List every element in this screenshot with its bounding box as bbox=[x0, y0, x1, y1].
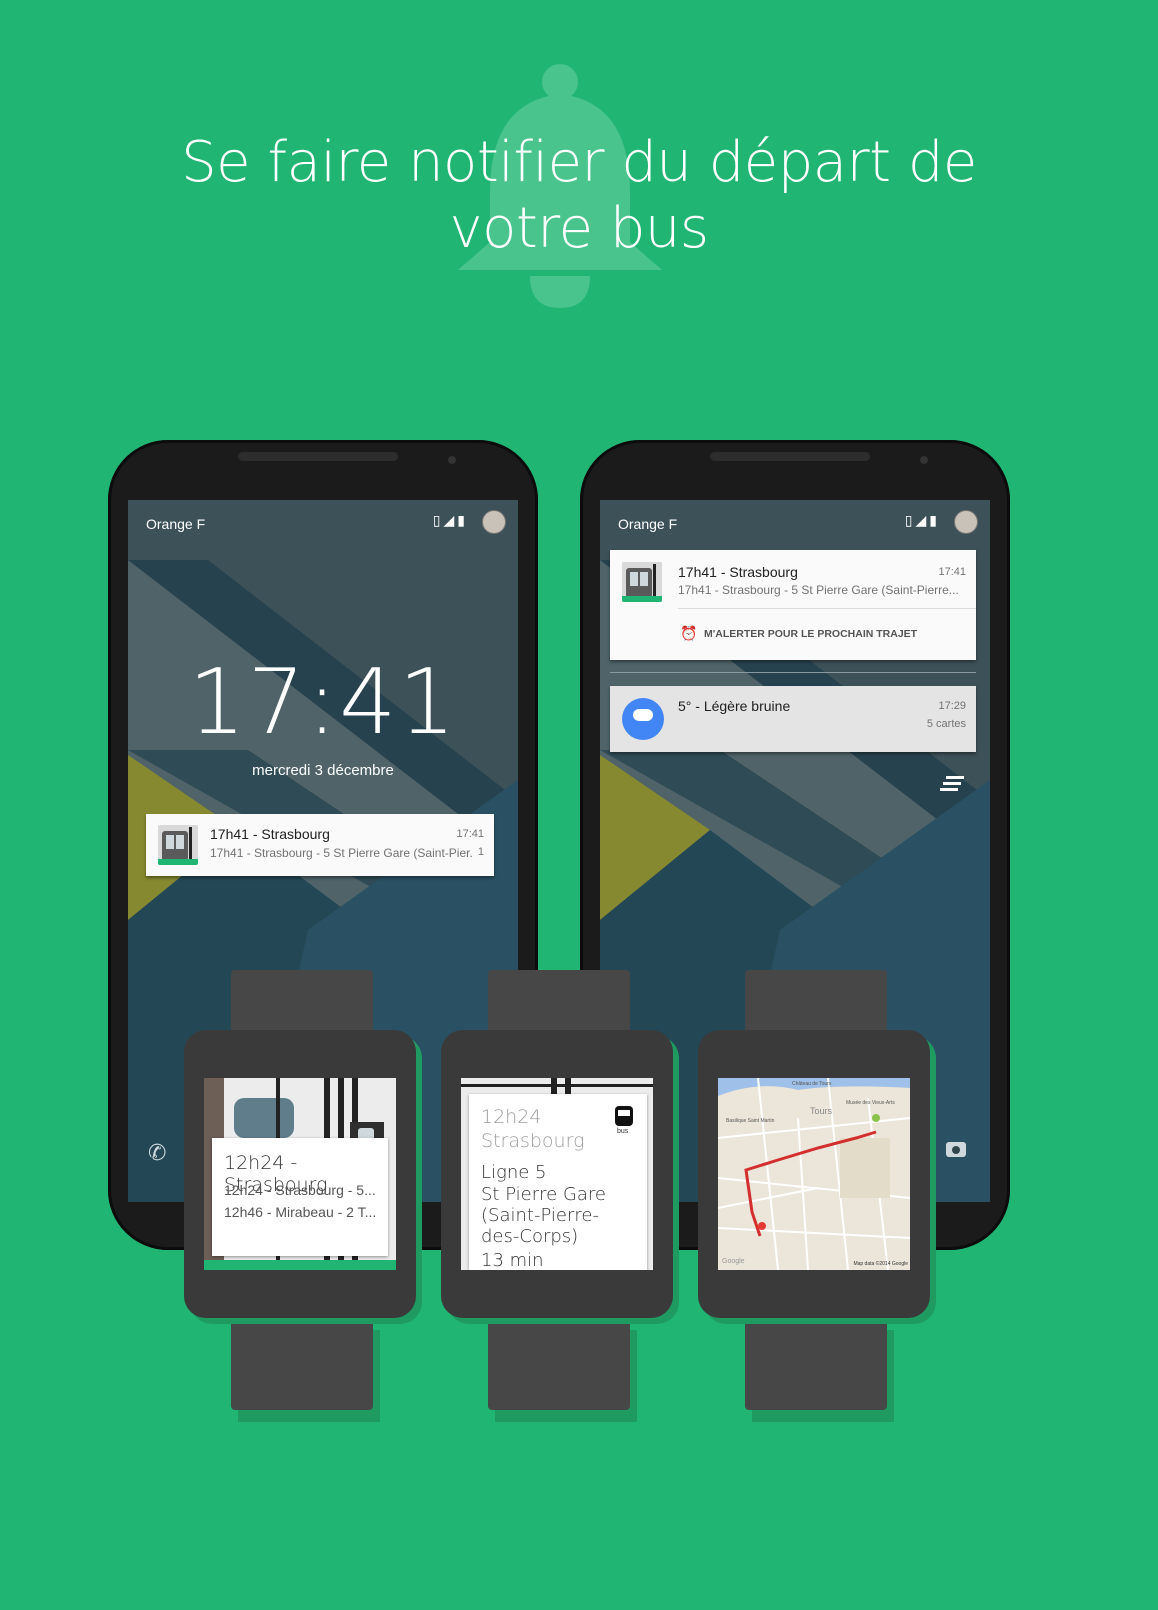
watch-1-line-1: 12h24 - Strasbourg - 5... bbox=[224, 1182, 376, 1198]
phone-icon[interactable]: ✆ bbox=[148, 1140, 166, 1166]
watch-3-screen[interactable]: Château de Tours Tours Basilique Saint M… bbox=[718, 1078, 910, 1270]
map-credit-left: Google bbox=[722, 1258, 745, 1265]
avatar[interactable] bbox=[954, 510, 978, 534]
notif-subtitle: 17h41 - Strasbourg - 5 St Pierre Gare (S… bbox=[210, 846, 472, 860]
notif-divider bbox=[678, 608, 976, 609]
carrier-name: Orange F bbox=[146, 516, 206, 532]
lock-date: mercredi 3 décembre bbox=[252, 762, 394, 779]
watch-3-strap-bottom bbox=[745, 1320, 887, 1410]
map-label-basilica: Basilique Saint Martin bbox=[726, 1118, 775, 1124]
notif-time: 17:41 bbox=[456, 828, 484, 840]
page-title: Se faire notifier du départ de votre bus bbox=[0, 130, 1158, 262]
weather-app-icon bbox=[622, 698, 664, 740]
notif-title: 17h41 - Strasbourg bbox=[678, 564, 798, 580]
watch-3: Château de Tours Tours Basilique Saint M… bbox=[698, 1030, 930, 1318]
lock-clock: 17:41 bbox=[188, 650, 458, 755]
watch-1-line-2: 12h46 - Mirabeau - 2 T... bbox=[224, 1204, 377, 1220]
watch-1: 12h24 - Strasbourg 12h24 - Strasbourg - … bbox=[184, 1030, 416, 1318]
front-camera bbox=[448, 456, 456, 464]
bus-notification[interactable]: 17h41 - Strasbourg 17:41 17h41 - Strasbo… bbox=[610, 550, 976, 660]
map-label-castle: Château de Tours bbox=[792, 1081, 832, 1087]
signal-h-icon: ◢ bbox=[443, 512, 458, 528]
status-icons: ▯◢▮ bbox=[905, 512, 940, 529]
watch-2-line: Ligne 5 bbox=[481, 1162, 547, 1183]
map-label-museum: Musée des Vieux-Arts bbox=[846, 1100, 895, 1106]
watch-1-card[interactable]: 12h24 - Strasbourg 12h24 - Strasbourg - … bbox=[212, 1138, 388, 1256]
weather-time: 17:29 bbox=[938, 700, 966, 712]
vibrate-icon: ▯ bbox=[432, 512, 444, 528]
status-icons: ▯◢▮ bbox=[433, 512, 468, 529]
bus-icon bbox=[615, 1106, 633, 1126]
weather-title: 5° - Légère bruine bbox=[678, 698, 791, 714]
app-icon bbox=[622, 562, 662, 602]
weather-notification[interactable]: 5° - Légère bruine 17:29 5 cartes bbox=[610, 686, 976, 752]
app-icon bbox=[158, 825, 198, 865]
watch-2-destination: Strasbourg bbox=[481, 1130, 585, 1152]
watch-2-card[interactable]: 12h24 Strasbourg bus Ligne 5 St Pierre G… bbox=[469, 1094, 647, 1270]
camera-icon[interactable] bbox=[946, 1142, 966, 1157]
watch-2-stop: St Pierre Gare (Saint-Pierre-des-Corps) bbox=[481, 1184, 606, 1247]
headline-line-2: votre bus bbox=[449, 196, 709, 261]
watch-1-strap-bottom bbox=[231, 1320, 373, 1410]
weather-cards: 5 cartes bbox=[926, 718, 966, 730]
headline-line-1: Se faire notifier du départ de bbox=[181, 130, 977, 195]
battery-icon: ▮ bbox=[457, 512, 468, 528]
front-camera bbox=[920, 456, 928, 464]
action-label: M'ALERTER POUR LE PROCHAIN TRAJET bbox=[704, 628, 918, 640]
notif-count: 1 bbox=[477, 846, 484, 858]
map-label-city: Tours bbox=[810, 1106, 833, 1116]
speaker bbox=[710, 452, 870, 461]
watch-2-wait: 13 min bbox=[481, 1250, 544, 1270]
avatar[interactable] bbox=[482, 510, 506, 534]
lock-notification[interactable]: 17h41 - Strasbourg 17:41 17h41 - Strasbo… bbox=[146, 814, 494, 876]
speaker bbox=[238, 452, 398, 461]
alarm-action-button[interactable]: ⏰ M'ALERTER POUR LE PROCHAIN TRAJET bbox=[678, 616, 968, 652]
notif-time: 17:41 bbox=[938, 566, 966, 578]
watch-2-time: 12h24 bbox=[481, 1106, 542, 1128]
clear-all-icon[interactable] bbox=[938, 776, 964, 792]
notif-subtitle: 17h41 - Strasbourg - 5 St Pierre Gare (S… bbox=[678, 583, 959, 597]
alarm-clock-icon: ⏰ bbox=[680, 625, 698, 641]
carrier-name: Orange F bbox=[618, 516, 678, 532]
vibrate-icon: ▯ bbox=[904, 512, 916, 528]
watch-2-strap-top bbox=[488, 970, 630, 1030]
battery-icon: ▮ bbox=[929, 512, 940, 528]
watch-2-strap-bottom bbox=[488, 1320, 630, 1410]
watch-3-strap-top bbox=[745, 970, 887, 1030]
notif-title: 17h41 - Strasbourg bbox=[210, 826, 330, 842]
watch-2-screen[interactable]: 12h24 Strasbourg bus Ligne 5 St Pierre G… bbox=[461, 1078, 653, 1270]
shade-divider bbox=[610, 672, 976, 673]
watch-1-strap-top bbox=[231, 970, 373, 1030]
status-bar: Orange F ▯◢▮ bbox=[128, 500, 518, 540]
bus-label: bus bbox=[617, 1128, 629, 1135]
watch-2: 12h24 Strasbourg bus Ligne 5 St Pierre G… bbox=[441, 1030, 673, 1318]
watch-1-screen[interactable]: 12h24 - Strasbourg 12h24 - Strasbourg - … bbox=[204, 1078, 396, 1270]
cloud-icon bbox=[633, 709, 653, 721]
map-credit-right: Map data ©2014 Google bbox=[853, 1261, 908, 1267]
signal-h-icon: ◢ bbox=[915, 512, 930, 528]
status-bar: Orange F ▯◢▮ bbox=[600, 500, 990, 540]
